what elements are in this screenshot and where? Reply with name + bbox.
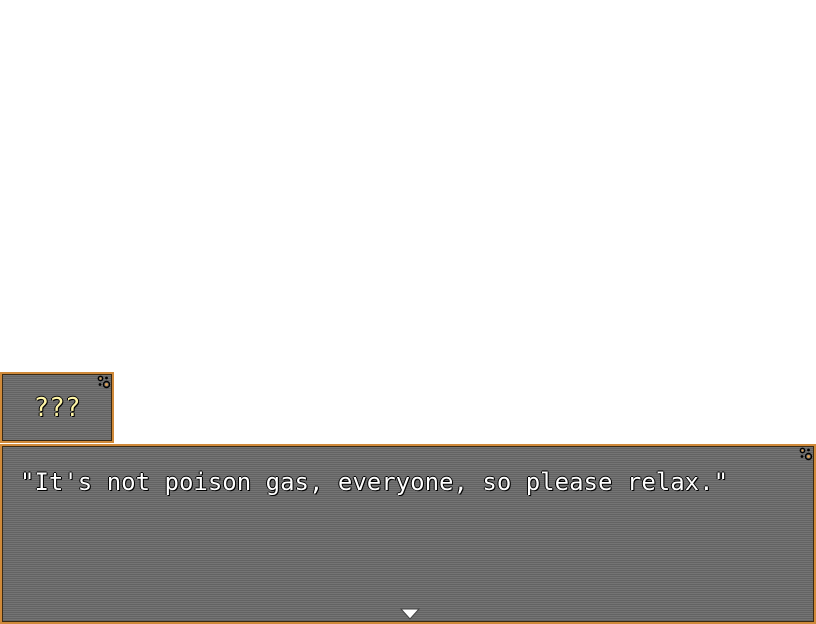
speaker-name: ??? <box>33 392 81 423</box>
triangle-down-icon[interactable] <box>400 608 420 620</box>
dialogue-message-box[interactable]: "It's not poison gas, everyone, so pleas… <box>0 444 816 624</box>
speaker-name-box: ??? <box>0 372 114 443</box>
corner-ornament-icon <box>799 447 813 461</box>
game-scene: ??? "It's not poison gas, everyone, so p… <box>0 0 816 624</box>
dialogue-text: "It's not poison gas, everyone, so pleas… <box>20 468 729 496</box>
